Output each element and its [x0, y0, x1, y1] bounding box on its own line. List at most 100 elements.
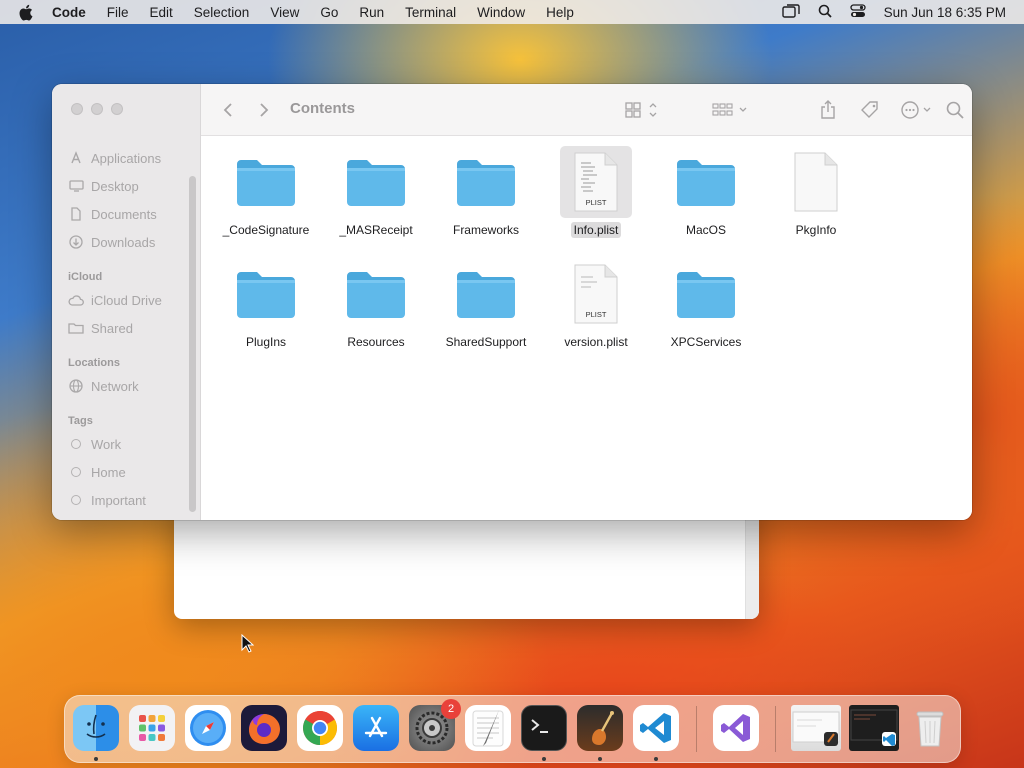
- menu-run[interactable]: Run: [359, 5, 384, 20]
- safari-icon[interactable]: [185, 705, 231, 751]
- terminal-icon[interactable]: [521, 705, 567, 751]
- sidebar-item-network[interactable]: Network: [68, 372, 193, 400]
- folder-icon: [670, 258, 742, 330]
- folder-icon: [340, 258, 412, 330]
- share-icon[interactable]: [820, 100, 836, 120]
- file-item[interactable]: SharedSupport: [431, 258, 541, 358]
- file-item[interactable]: PLIST version.plist: [541, 258, 651, 358]
- file-name: Resources: [347, 335, 405, 349]
- minimize-button[interactable]: [91, 103, 103, 115]
- system-settings-icon[interactable]: 2: [409, 699, 461, 751]
- firefox-icon[interactable]: [241, 705, 287, 751]
- finder-window: Applications Desktop Documents Downloads…: [52, 84, 972, 520]
- view-grid-icon[interactable]: [625, 100, 661, 120]
- plist-file-icon: PLIST: [560, 146, 632, 218]
- vscode-icon[interactable]: [633, 705, 679, 751]
- menu-code[interactable]: Code: [52, 5, 86, 20]
- control-center-icon[interactable]: [850, 3, 866, 21]
- folder-icon: [340, 146, 412, 218]
- file-name: PkgInfo: [795, 223, 837, 237]
- sidebar-item-label: Downloads: [91, 234, 156, 250]
- file-item[interactable]: Frameworks: [431, 146, 541, 246]
- dock: 2: [64, 695, 961, 763]
- sidebar-item-label: Home: [91, 464, 126, 480]
- file-name: version.plist: [564, 335, 628, 349]
- spotlight-search-icon[interactable]: [818, 4, 832, 21]
- file-item[interactable]: MacOS: [651, 146, 761, 246]
- more-actions-icon[interactable]: [900, 100, 936, 120]
- document-icon: [68, 206, 84, 222]
- menu-selection[interactable]: Selection: [194, 5, 250, 20]
- apple-icon[interactable]: [18, 4, 34, 21]
- menu-terminal[interactable]: Terminal: [405, 5, 456, 20]
- textedit-icon[interactable]: [465, 705, 511, 751]
- close-button[interactable]: [71, 103, 83, 115]
- sidebar-item-downloads[interactable]: Downloads: [68, 228, 193, 256]
- file-name: XPCServices: [670, 335, 742, 349]
- forward-arrow-icon[interactable]: [259, 100, 269, 120]
- sidebar-tag-work[interactable]: Work: [68, 430, 193, 458]
- menu-view[interactable]: View: [270, 5, 299, 20]
- tag-circle-icon: [68, 436, 84, 452]
- group-by-icon[interactable]: [712, 100, 750, 120]
- menu-bar: Code File Edit Selection View Go Run Ter…: [0, 0, 1024, 24]
- sidebar-item-documents[interactable]: Documents: [68, 200, 193, 228]
- sidebar-item-desktop[interactable]: Desktop: [68, 172, 193, 200]
- file-name: Frameworks: [452, 223, 519, 237]
- screen-mirroring-icon[interactable]: [781, 3, 800, 21]
- sidebar-item-label: Desktop: [91, 178, 139, 194]
- visual-studio-icon[interactable]: [713, 705, 759, 751]
- file-item-selected[interactable]: PLIST Info.plist: [541, 146, 651, 246]
- menu-clock[interactable]: Sun Jun 18 6:35 PM: [884, 5, 1006, 20]
- finder-icon[interactable]: [73, 705, 119, 751]
- menu-window[interactable]: Window: [477, 5, 525, 20]
- plist-badge-text: PLIST: [586, 198, 607, 207]
- folder-icon: [230, 146, 302, 218]
- app-store-icon[interactable]: [353, 705, 399, 751]
- finder-sidebar: Applications Desktop Documents Downloads…: [52, 84, 201, 520]
- window-controls: [71, 103, 123, 115]
- running-indicator: [654, 757, 658, 761]
- menu-help[interactable]: Help: [546, 5, 574, 20]
- running-indicator: [598, 757, 602, 761]
- folder-icon: [450, 146, 522, 218]
- file-item[interactable]: XPCServices: [651, 258, 761, 358]
- chrome-icon[interactable]: [297, 705, 343, 751]
- folder-icon: [230, 258, 302, 330]
- minimized-window-thumbnail[interactable]: [791, 705, 841, 751]
- sidebar-item-label: Network: [91, 378, 139, 394]
- cloud-icon: [68, 292, 84, 308]
- trash-icon[interactable]: [907, 705, 953, 751]
- folder-icon: [450, 258, 522, 330]
- instruments-icon[interactable]: [577, 705, 623, 751]
- menu-go[interactable]: Go: [320, 5, 338, 20]
- back-arrow-icon[interactable]: [223, 100, 233, 120]
- file-item[interactable]: PlugIns: [211, 258, 321, 358]
- running-indicator: [94, 757, 98, 761]
- sidebar-tag-home[interactable]: Home: [68, 458, 193, 486]
- window-title: Contents: [290, 100, 355, 117]
- sidebar-item-label: iCloud Drive: [91, 292, 162, 308]
- sidebar-item-shared[interactable]: Shared: [68, 314, 193, 342]
- sidebar-tag-important[interactable]: Important: [68, 486, 193, 514]
- tag-icon[interactable]: [860, 100, 880, 120]
- notification-badge: 2: [441, 699, 461, 719]
- file-item[interactable]: _MASReceipt: [321, 146, 431, 246]
- sidebar-item-applications[interactable]: Applications: [68, 144, 193, 172]
- file-item[interactable]: PkgInfo: [761, 146, 871, 246]
- file-name: SharedSupport: [445, 335, 527, 349]
- minimized-terminal-thumbnail[interactable]: [849, 705, 899, 751]
- zoom-button[interactable]: [111, 103, 123, 115]
- sidebar-item-icloud-drive[interactable]: iCloud Drive: [68, 286, 193, 314]
- file-item[interactable]: _CodeSignature: [211, 146, 321, 246]
- dock-separator: [696, 706, 697, 752]
- menu-edit[interactable]: Edit: [150, 5, 173, 20]
- search-icon[interactable]: [946, 100, 964, 120]
- file-browser: _CodeSignature _MASReceipt Frameworks PL…: [201, 136, 972, 520]
- sidebar-item-label: Applications: [91, 150, 162, 166]
- file-item[interactable]: Resources: [321, 258, 431, 358]
- file-name: PlugIns: [245, 335, 287, 349]
- launchpad-icon[interactable]: [129, 705, 175, 751]
- sidebar-scrollbar[interactable]: [189, 176, 196, 512]
- menu-file[interactable]: File: [107, 5, 129, 20]
